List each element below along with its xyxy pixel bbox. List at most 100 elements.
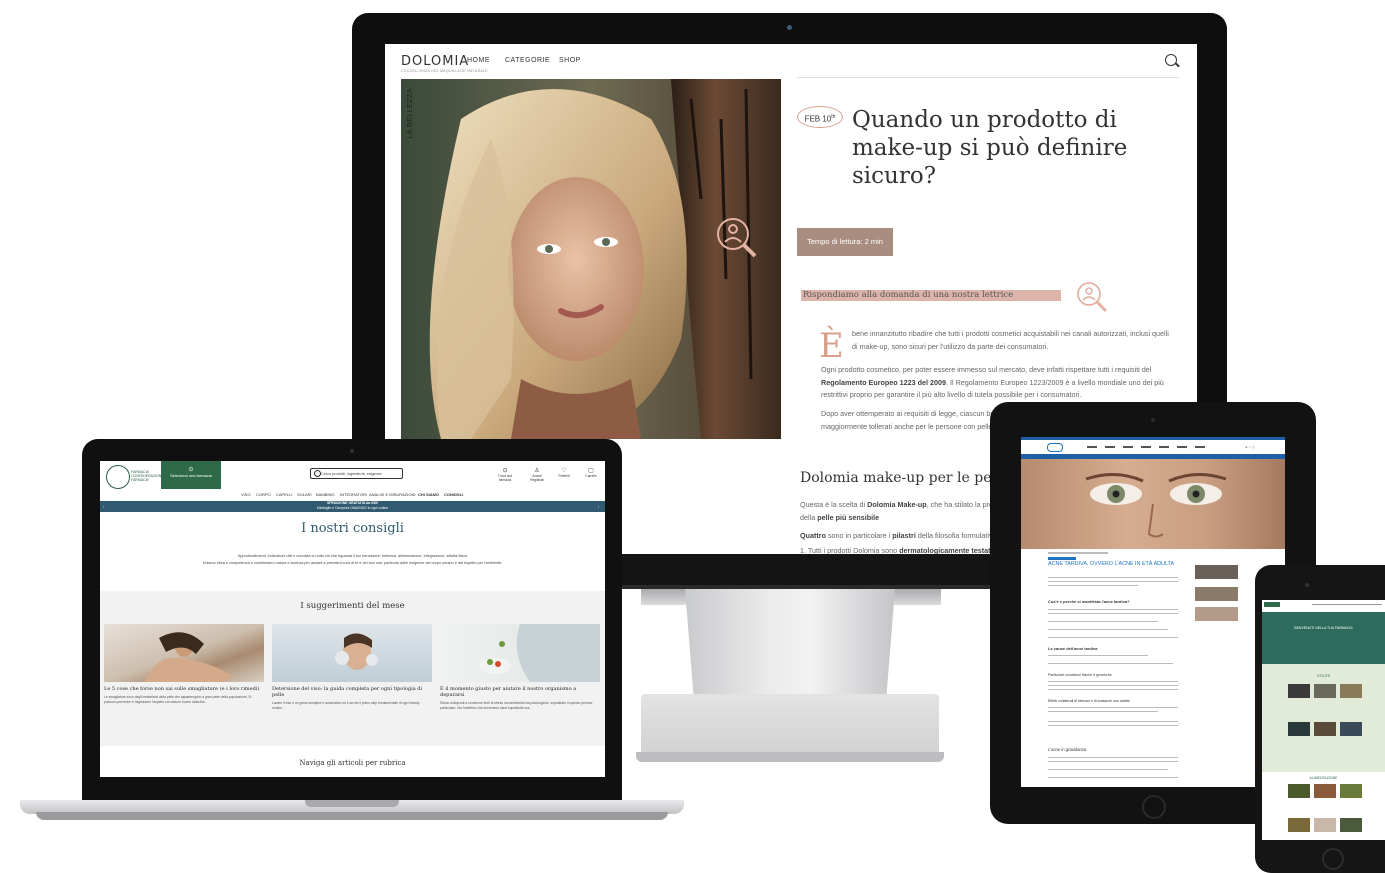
laptop-notch [305,800,399,807]
site-logo[interactable] [1047,443,1063,452]
section-heading: Le cause dell'acne tardiva [1048,646,1098,651]
article-title: ACNE TARDIVA, OVVERO L'ACNE IN ETÀ ADULT… [1048,561,1175,567]
phone-site-logo[interactable] [1264,602,1280,607]
menu-corpo[interactable]: CORPO [256,492,271,497]
cart-link[interactable]: ▢ Carrello [580,467,602,478]
text-line [1048,769,1168,771]
phone-card-image[interactable] [1314,684,1336,698]
text-line [1048,609,1178,611]
search-input[interactable]: Cerca prodotti, ingredienti, esigenze [310,468,403,479]
shipping-promo-band: SPEDIZIONE GRATUITA da €30! Minitaglie e… [100,501,605,512]
section-heading: Particolari condizioni fisiche e genetic… [1048,673,1112,677]
article-card[interactable]: Le 5 cose che forse non sai sulle smagli… [104,624,264,704]
sidebar-article-thumb[interactable] [1195,607,1238,621]
text-line [1048,685,1178,687]
text-line [1048,721,1178,723]
text-line [1048,621,1158,623]
pin-icon: ⊙ [502,468,508,474]
article-card[interactable]: È il momento giusto per aiutare il nostr… [440,624,600,710]
phone-hero: BENVENUTI NELLA TUA FARMACIA [1262,612,1385,664]
menu-solari[interactable]: SOLARI [297,492,312,497]
phone-card-image[interactable] [1340,722,1362,736]
phone-card-image[interactable] [1288,784,1310,798]
article-image [272,624,432,682]
text-line [1048,663,1173,665]
sidebar-article-thumb[interactable] [1195,587,1238,601]
phone-menu[interactable] [1312,604,1382,605]
phone-card-image[interactable] [1314,722,1336,736]
dolomia-logo[interactable]: DOLOMIA [401,54,469,69]
search-icon[interactable] [1165,54,1177,66]
phone-camera [1305,583,1309,587]
text-line [1048,757,1178,759]
farmacia-logo-icon[interactable] [106,465,130,489]
main-menu[interactable] [1087,446,1207,448]
account-cart-icons[interactable]: ♙ ♡ ▢ [1245,445,1255,449]
text-line [1048,585,1138,587]
menu-chi-siamo[interactable]: CHI SIAMO [418,492,439,497]
select-pharmacy-button[interactable]: ⊙ Seleziona una farmacia [161,461,221,489]
menu-bambino[interactable]: BAMBINO [316,492,334,497]
location-pin-icon: ⊙ [188,467,194,473]
phone-card-image[interactable] [1340,818,1362,832]
category-tag[interactable] [1048,557,1076,560]
menu-integratori[interactable]: INTEGRATORI [340,492,367,497]
band-next-arrow[interactable]: › [598,504,599,509]
paragraph-regulation: Ogni prodotto cosmetico, per poter esser… [821,365,1164,399]
menu-capelli[interactable]: CAPELLI [276,492,292,497]
nav-categorie[interactable]: CATEGORIE [505,57,550,64]
paragraph-intro: bene innanzitutto ribadire che tutti i p… [852,329,1169,351]
phone-card-image[interactable] [1288,818,1310,832]
article-image [104,624,264,682]
favorites-link[interactable]: ♡ Preferiti [553,467,575,478]
text-line [1048,777,1178,779]
sidebar-article-thumb[interactable] [1195,565,1238,579]
phone-utility-section [1262,664,1385,772]
text-line [1048,613,1178,615]
account-link[interactable]: ♙ Accedi Registrati [526,467,548,482]
menu-viso[interactable]: VISO [241,492,251,497]
header-divider [797,77,1179,78]
text-line [1048,711,1158,713]
section-title: I suggerimenti del mese [300,601,405,611]
band-prev-arrow[interactable]: ‹ [103,504,104,509]
laptop-screen: FARMACIA CONFEDERAZIONE FARMACIE ⊙ Selez… [100,461,605,777]
bag-icon: ▢ [588,468,594,474]
tablet-home-button [1142,795,1166,819]
monitor-stand-foot [641,694,939,760]
nav-shop[interactable]: SHOP [559,57,581,64]
select-pharmacy-label: Seleziona una farmacia [170,473,212,478]
nav-home[interactable]: HOME [467,57,490,64]
tablet-camera [1151,418,1155,422]
text-line [1048,577,1178,579]
category-vertical-label: LA BELLEZZA [407,88,414,139]
breadcrumb[interactable] [1048,552,1108,554]
question-magnifier-icon [1075,280,1109,319]
reader-question-banner: Rispondiamo alla domanda di una nostra l… [801,290,1061,301]
phone-card-image[interactable] [1288,722,1310,736]
user-icon: ♙ [534,468,540,474]
menu-analisi[interactable]: ANALISI E MISURAZIONI [369,492,415,497]
phone-screen: BENVENUTI NELLA TUA FARMACIA UTILITÀ ALI… [1262,600,1385,840]
section-heading: Cos'è e perché si manifesta l'acne tardi… [1048,599,1130,604]
heart-icon: ♡ [561,468,567,474]
phone-card-image[interactable] [1340,784,1362,798]
phone-card-image[interactable] [1314,818,1336,832]
article-image [440,624,600,682]
phone-home-button [1322,848,1344,870]
intro-text: Approfondimenti, indicazioni utili e cur… [202,554,503,565]
magnifier-person-icon [715,216,759,265]
phone-card-image[interactable] [1340,684,1362,698]
article-excerpt: Lavare il viso è un gesto semplice e aut… [272,701,420,710]
laptop-camera [350,449,354,453]
article-date-badge: FEB 10th [797,106,843,128]
text-line [1048,655,1148,657]
article-card[interactable]: Detersione del viso: la guida completa p… [272,624,432,710]
article-title: È il momento giusto per aiutare il nostr… [440,686,577,698]
find-pharmacy-link[interactable]: ⊙ Trova una farmacia [494,467,516,482]
phone-card-image[interactable] [1314,784,1336,798]
phone-card-image[interactable] [1288,684,1310,698]
monitor-camera [787,25,792,30]
page-title: I nostri consigli [301,521,404,536]
menu-consigli[interactable]: CONSIGLI [444,492,463,497]
